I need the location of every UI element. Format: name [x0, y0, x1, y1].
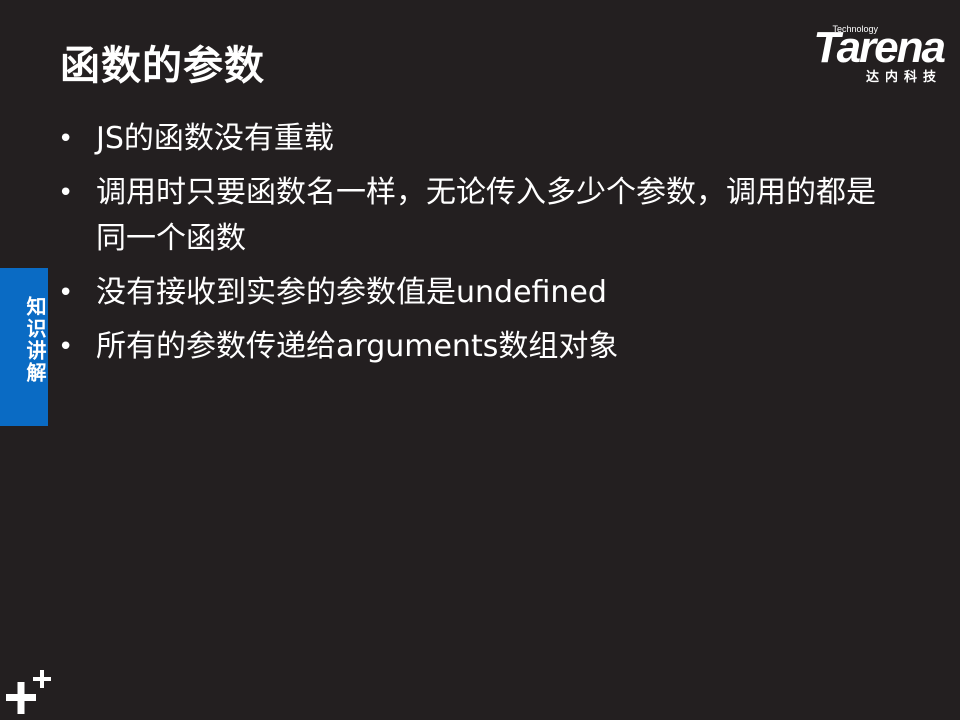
- bullet-dot-icon: •: [58, 332, 74, 362]
- bullet-dot-icon: •: [58, 124, 74, 154]
- bullet-item: • 没有接收到实参的参数值是undefined: [58, 270, 888, 316]
- bullet-text: 没有接收到实参的参数值是undefined: [96, 275, 607, 310]
- bullet-item: • 调用时只要函数名一样，无论传入多少个参数，调用的都是同一个函数: [58, 170, 888, 262]
- logo-chinese-name: 达内科技: [865, 70, 942, 85]
- bullet-text: JS的函数没有重载: [96, 121, 334, 156]
- bullet-text: 所有的参数传递给arguments数组对象: [96, 329, 619, 364]
- bullet-list: • JS的函数没有重载 • 调用时只要函数名一样，无论传入多少个参数，调用的都是…: [58, 116, 888, 378]
- side-tab-knowledge: 知识讲解: [0, 268, 48, 426]
- slide: 函数的参数 Technology Tarena 达内科技 • JS的函数没有重载…: [0, 0, 960, 720]
- side-tab-label: 知识讲解: [23, 296, 47, 384]
- bullet-dot-icon: •: [58, 178, 74, 208]
- bullet-dot-icon: •: [58, 278, 74, 308]
- logo-wordmark: Tarena: [813, 23, 946, 72]
- bullet-item: • JS的函数没有重载: [58, 116, 888, 162]
- bullet-text: 调用时只要函数名一样，无论传入多少个参数，调用的都是同一个函数: [96, 175, 876, 256]
- slide-title: 函数的参数: [60, 43, 265, 89]
- plus-logo-icon: [6, 670, 51, 714]
- bullet-item: • 所有的参数传递给arguments数组对象: [58, 324, 888, 370]
- tarena-logo: Technology Tarena 达内科技: [774, 20, 946, 85]
